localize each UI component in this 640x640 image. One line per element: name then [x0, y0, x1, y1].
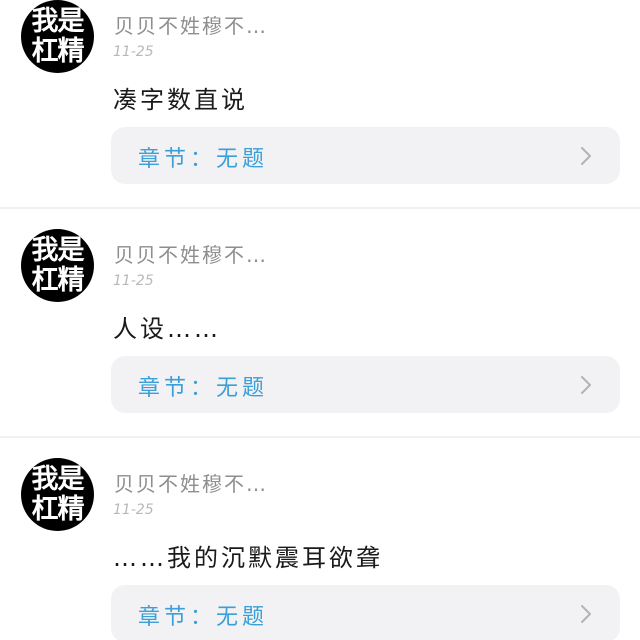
- chapter-link-card[interactable]: 章节：无题: [111, 585, 620, 640]
- chapter-label: 章节：无题: [138, 376, 269, 401]
- username[interactable]: 贝贝不姓穆不…: [114, 10, 268, 39]
- username[interactable]: 贝贝不姓穆不…: [114, 239, 268, 268]
- comment-text: 凑字数直说: [113, 86, 248, 114]
- comment-item: 我是 杠精 贝贝不姓穆不… 11-25 ……我的沉默震耳欲聋 章节：无题: [0, 438, 640, 640]
- comment-text: ……我的沉默震耳欲聋: [113, 544, 383, 572]
- chapter-link-card[interactable]: 章节：无题: [111, 127, 620, 184]
- avatar[interactable]: 我是 杠精: [21, 0, 94, 73]
- comment-feed: 我是 杠精 贝贝不姓穆不… 11-25 凑字数直说 章节：无题 我是 杠精 贝贝…: [0, 0, 640, 640]
- avatar-text-line1: 我是: [31, 463, 85, 495]
- chapter-link-card[interactable]: 章节：无题: [111, 356, 620, 413]
- comment-date: 11-25: [113, 44, 154, 60]
- username[interactable]: 贝贝不姓穆不…: [114, 468, 268, 497]
- comment-date: 11-25: [113, 502, 154, 518]
- chevron-right-icon: [581, 605, 591, 623]
- comment-text: 人设……: [113, 315, 221, 343]
- comment-item: 我是 杠精 贝贝不姓穆不… 11-25 凑字数直说 章节：无题: [0, 0, 640, 209]
- comment-item: 我是 杠精 贝贝不姓穆不… 11-25 人设…… 章节：无题: [0, 209, 640, 438]
- chevron-right-icon: [581, 147, 591, 165]
- chapter-label: 章节：无题: [138, 147, 269, 172]
- chapter-label: 章节：无题: [138, 605, 269, 630]
- chevron-right-icon: [581, 376, 591, 394]
- avatar-text-line2: 杠精: [31, 493, 85, 525]
- comment-date: 11-25: [113, 273, 154, 289]
- avatar-text-line2: 杠精: [31, 35, 85, 67]
- avatar[interactable]: 我是 杠精: [21, 229, 94, 302]
- avatar-text-line1: 我是: [31, 234, 85, 266]
- avatar[interactable]: 我是 杠精: [21, 458, 94, 531]
- avatar-text-line2: 杠精: [31, 264, 85, 296]
- avatar-text-line1: 我是: [31, 5, 85, 37]
